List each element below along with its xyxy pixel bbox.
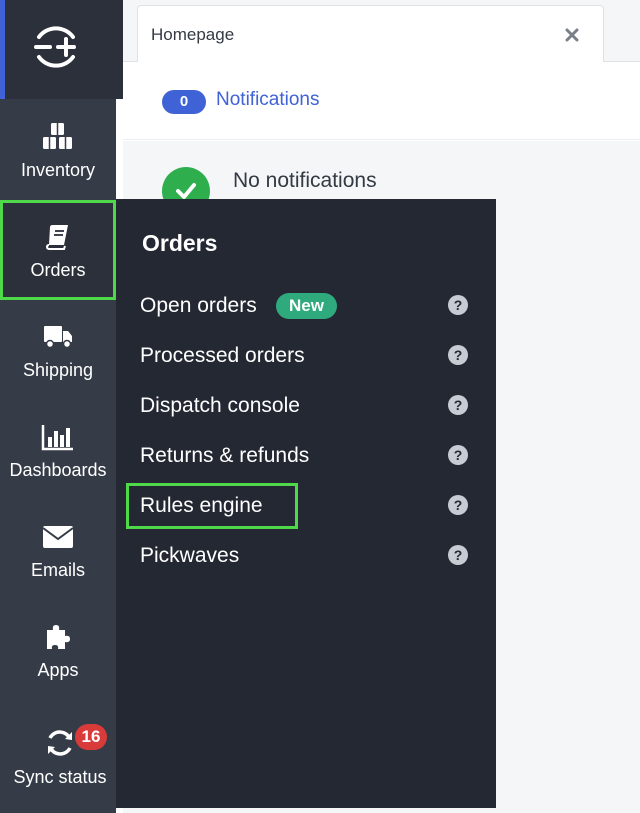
sidebar-item-label: Dashboards	[9, 460, 107, 480]
bar-chart-icon	[0, 422, 116, 452]
sidebar-item-label: Sync status	[13, 767, 107, 787]
help-icon[interactable]: ?	[448, 545, 468, 565]
menu-item-pickwaves[interactable]: Pickwaves ?	[126, 536, 486, 576]
puzzle-icon	[0, 622, 116, 652]
help-icon[interactable]: ?	[448, 495, 468, 515]
sidebar-item-label: Orders	[30, 260, 86, 280]
envelope-icon	[0, 522, 116, 552]
help-icon[interactable]: ?	[448, 395, 468, 415]
notifications-header: 0 Notifications	[123, 62, 640, 140]
close-icon[interactable]	[560, 23, 584, 47]
book-icon	[0, 222, 116, 252]
menu-item-label: Dispatch console	[140, 394, 300, 417]
sidebar: Inventory Orders Shipping Dashboards Ema…	[0, 0, 123, 813]
sync-count-badge: 16	[75, 724, 107, 750]
sidebar-item-emails[interactable]: Emails	[0, 500, 116, 600]
notifications-link[interactable]: Notifications	[216, 89, 320, 111]
menu-item-label: Rules engine	[140, 494, 263, 517]
tab-bar: Homepage	[123, 0, 640, 63]
notification-count-badge: 0	[162, 90, 206, 114]
sidebar-item-inventory[interactable]: Inventory	[0, 100, 116, 200]
menu-item-label: Pickwaves	[140, 544, 240, 567]
help-icon[interactable]: ?	[448, 295, 468, 315]
menu-item-processed-orders[interactable]: Processed orders ?	[126, 336, 486, 376]
sidebar-item-apps[interactable]: Apps	[0, 600, 116, 700]
sidebar-item-dashboards[interactable]: Dashboards	[0, 400, 116, 500]
new-badge: New	[276, 293, 337, 319]
logo-icon	[34, 26, 76, 68]
menu-item-dispatch-console[interactable]: Dispatch console ?	[126, 386, 486, 426]
flyout-title: Orders	[142, 230, 218, 256]
sidebar-item-label: Apps	[37, 660, 79, 680]
truck-icon	[0, 322, 116, 352]
cubes-icon	[0, 122, 116, 152]
sidebar-item-label: Shipping	[22, 360, 94, 380]
menu-item-label: Processed orders	[140, 344, 305, 367]
orders-flyout-menu: Orders Open orders New ? Processed order…	[116, 199, 496, 808]
sidebar-item-shipping[interactable]: Shipping	[0, 300, 116, 400]
menu-item-rules-engine[interactable]: Rules engine ?	[126, 483, 486, 529]
help-icon[interactable]: ?	[448, 345, 468, 365]
logo[interactable]	[0, 0, 123, 99]
app-window: Inventory Orders Shipping Dashboards Ema…	[0, 0, 640, 813]
sidebar-item-label: Inventory	[20, 160, 96, 180]
help-icon[interactable]: ?	[448, 445, 468, 465]
tab-label: Homepage	[151, 25, 235, 44]
sidebar-item-label: Emails	[30, 560, 85, 580]
empty-notifications-message: No notifications	[233, 169, 377, 192]
menu-item-label: Returns & refunds	[140, 444, 310, 467]
menu-item-label: Open orders	[140, 294, 257, 317]
sidebar-item-orders[interactable]: Orders	[0, 200, 116, 300]
menu-item-returns-refunds[interactable]: Returns & refunds ?	[126, 436, 486, 476]
menu-item-open-orders[interactable]: Open orders New ?	[126, 286, 486, 326]
tab-homepage[interactable]: Homepage	[137, 5, 604, 63]
active-indicator	[0, 0, 5, 99]
